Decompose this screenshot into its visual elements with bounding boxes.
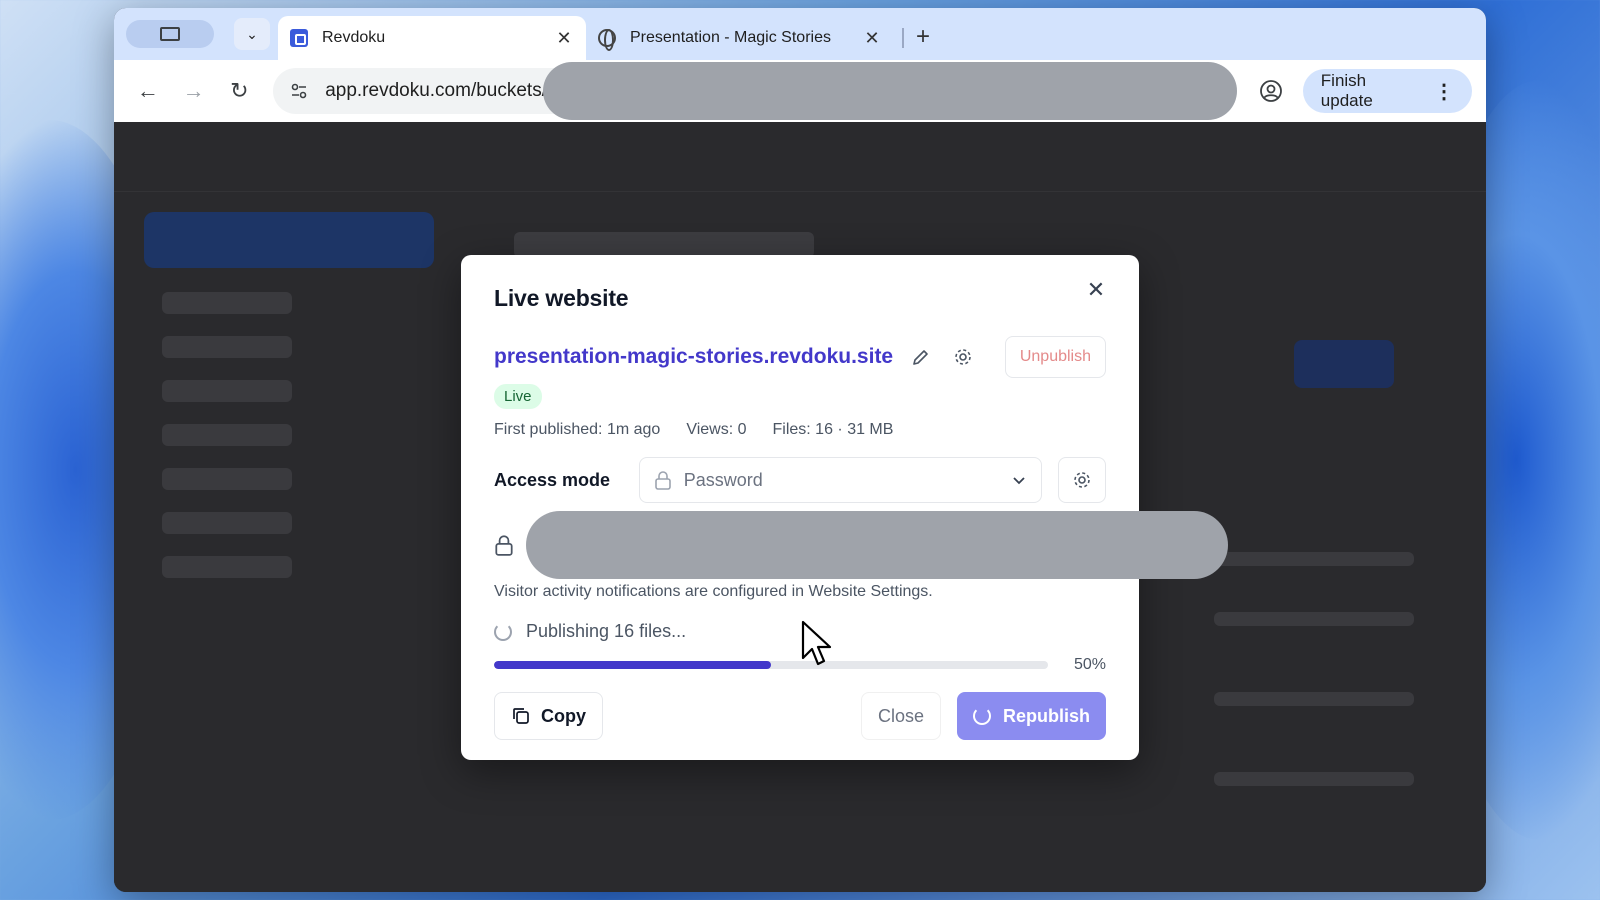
- copy-button[interactable]: Copy: [494, 692, 603, 740]
- redacted-url-overlay: [543, 62, 1238, 120]
- new-tab-button[interactable]: +: [916, 23, 930, 51]
- profile-icon: [1259, 80, 1282, 102]
- globe-icon: [598, 29, 616, 51]
- url-text: app.revdoku.com/buckets/: [325, 80, 547, 101]
- profile-button[interactable]: [1253, 73, 1289, 109]
- mouse-cursor-icon: [801, 620, 832, 666]
- first-published-text: First published: 1m ago: [494, 421, 661, 438]
- copy-label: Copy: [541, 705, 586, 726]
- status-badge: Live: [494, 384, 542, 409]
- sidebar-item: [162, 424, 292, 446]
- access-mode-select[interactable]: Password: [638, 457, 1043, 503]
- lock-icon: [654, 471, 671, 490]
- access-mode-value: Password: [683, 469, 763, 490]
- app-topbar: [114, 122, 1486, 192]
- app-list-row: [1214, 612, 1414, 626]
- live-website-dialog: Live website ✕ presentation-magic-storie…: [461, 255, 1228, 760]
- browser-toolbar: ← → ↻ app.revdoku.com/buckets/ Finish up…: [114, 60, 1486, 122]
- site-url-row: presentation-magic-stories.revdoku.site …: [494, 336, 1106, 378]
- sidebar-item: [162, 336, 292, 358]
- access-mode-label: Access mode: [494, 469, 611, 490]
- spinner-icon: [972, 707, 991, 725]
- sidebar-item: [162, 292, 292, 314]
- gear-icon[interactable]: [949, 343, 977, 371]
- close-icon[interactable]: ✕: [1083, 277, 1109, 303]
- reload-button[interactable]: ↻: [219, 71, 259, 111]
- back-button[interactable]: ←: [128, 71, 168, 111]
- app-list-row: [1214, 692, 1414, 706]
- site-info-icon[interactable]: [285, 77, 313, 105]
- redacted-password-overlay: [526, 511, 1228, 579]
- chevron-down-icon: ⌄: [246, 25, 258, 42]
- forward-button[interactable]: →: [174, 71, 214, 111]
- sidebar-item: [162, 380, 292, 402]
- tab-search-button[interactable]: [126, 20, 214, 48]
- dialog-footer: Copy Close Republish: [494, 692, 1106, 740]
- finish-update-button[interactable]: Finish update ⋮: [1302, 69, 1472, 113]
- progress-percent: 50%: [1073, 656, 1106, 673]
- close-icon[interactable]: ✕: [554, 28, 574, 49]
- tab-presentation[interactable]: Presentation - Magic Stories ✕: [586, 16, 894, 60]
- publish-meta: First published: 1m ago Views: 0 Files: …: [494, 421, 1106, 439]
- sidebar-item: [162, 468, 292, 490]
- tab-revdoku[interactable]: Revdoku ✕: [278, 16, 586, 60]
- views-text: Views: 0: [686, 421, 747, 438]
- access-settings-button[interactable]: [1058, 457, 1107, 503]
- copy-icon: [513, 708, 529, 724]
- tab-divider: [902, 28, 904, 48]
- sidebar-new-button: [144, 212, 434, 268]
- app-sidebar: [144, 212, 434, 578]
- address-bar[interactable]: app.revdoku.com/buckets/: [273, 62, 1238, 120]
- tab-list-dropdown[interactable]: ⌄: [234, 18, 270, 50]
- close-icon[interactable]: ✕: [862, 28, 882, 49]
- access-mode-row: Access mode Password: [494, 457, 1107, 503]
- revdoku-doc-icon: [290, 29, 308, 47]
- chevron-down-icon: [1013, 477, 1025, 485]
- pencil-icon[interactable]: [907, 343, 935, 371]
- republish-label: Republish: [1002, 705, 1090, 726]
- republish-button[interactable]: Republish: [956, 692, 1106, 740]
- app-list-row: [1214, 772, 1414, 786]
- more-vert-icon[interactable]: ⋮: [1434, 79, 1454, 104]
- files-text: Files: 16 · 31 MB: [772, 421, 894, 438]
- app-list-row: [1214, 552, 1414, 566]
- tab-groups-icon: [160, 27, 180, 41]
- publishing-text: Publishing 16 files...: [526, 621, 687, 641]
- tab-title: Revdoku: [322, 29, 386, 46]
- app-primary-button-placeholder: [1294, 340, 1394, 388]
- tab-title: Presentation - Magic Stories: [630, 29, 831, 46]
- sidebar-item: [162, 512, 292, 534]
- dialog-title: Live website: [494, 285, 629, 311]
- progress-fill: [494, 661, 771, 669]
- notification-info-text: Visitor activity notifications are confi…: [494, 583, 933, 600]
- lock-icon: [495, 535, 513, 556]
- tab-strip: ⌄ Revdoku ✕ Presentation - Magic Stories…: [114, 8, 1486, 60]
- unpublish-button[interactable]: Unpublish: [1004, 336, 1106, 378]
- sidebar-item: [162, 556, 292, 578]
- password-row: [494, 511, 1228, 579]
- finish-update-label: Finish update: [1320, 71, 1373, 110]
- close-button[interactable]: Close: [860, 692, 941, 740]
- site-url-link[interactable]: presentation-magic-stories.revdoku.site: [494, 345, 893, 369]
- spinner-icon: [494, 622, 512, 641]
- progress-track: [494, 661, 1048, 669]
- gear-icon: [1074, 472, 1090, 488]
